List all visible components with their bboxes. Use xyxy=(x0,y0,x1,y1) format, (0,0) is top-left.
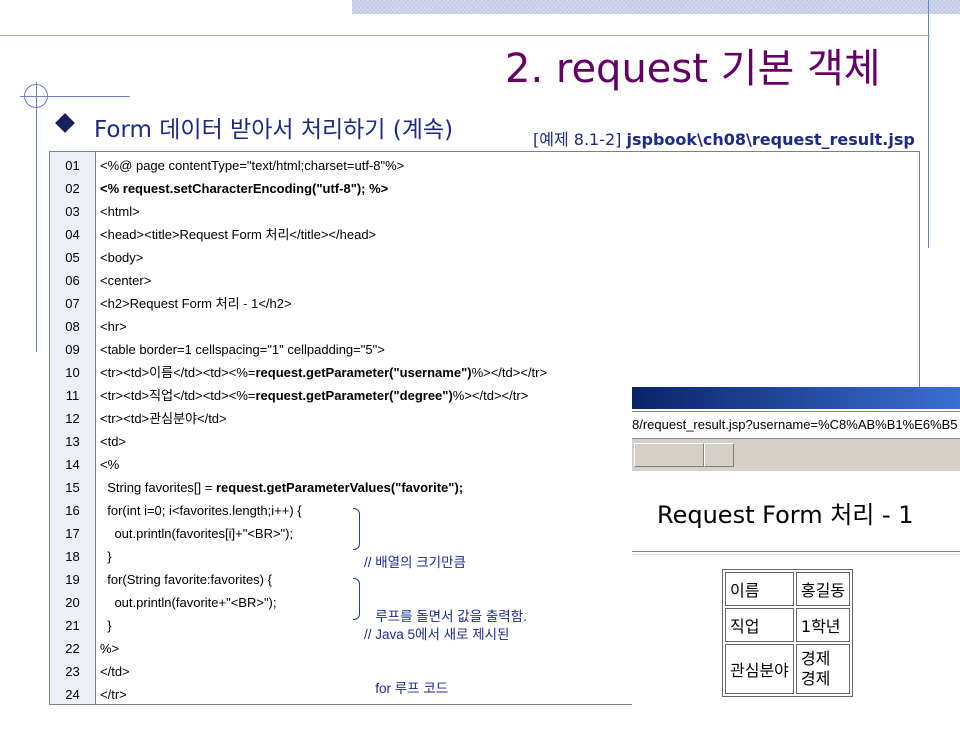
example-prefix: [예제 8.1-2] xyxy=(533,130,622,149)
example-label: [예제 8.1-2] jspbook\ch08\request_result.j… xyxy=(533,126,915,150)
line-number: 01 xyxy=(65,158,80,173)
line-number: 07 xyxy=(65,296,80,311)
example-path: jspbook\ch08\request_result.jsp xyxy=(626,130,915,149)
diamond-bullet-icon xyxy=(55,113,75,133)
code-line: <%@ page contentType="text/html;charset=… xyxy=(100,158,405,173)
line-number: 04 xyxy=(65,227,80,242)
code-segment-bold: request.getParameterValues("favorite"); xyxy=(215,480,464,495)
code-line: <td> xyxy=(100,434,127,449)
code-line: <table border=1 cellspacing="1" cellpadd… xyxy=(100,342,385,357)
line-number: 24 xyxy=(65,687,80,702)
toolbar-button[interactable] xyxy=(634,443,704,467)
table-row: 이름 홍길동 xyxy=(725,572,851,606)
table-row: 직업 1학년 xyxy=(725,608,851,642)
code-line: <tr><td>이름</td><td><%=request.getParamet… xyxy=(100,361,547,384)
line-number: 12 xyxy=(65,411,80,426)
code-line: <head><title>Request Form 처리</title></he… xyxy=(100,227,377,242)
code-line: <% xyxy=(100,457,120,472)
line-number: 03 xyxy=(65,204,80,219)
line-number: 21 xyxy=(65,618,80,633)
line-number: 02 xyxy=(65,181,80,196)
crosshair-ornament xyxy=(24,84,48,108)
row-label: 관심분야 xyxy=(725,644,794,694)
code-segment: %></td></tr> xyxy=(471,365,548,380)
line-number: 16 xyxy=(65,503,80,518)
comment-line: // 배열의 크기만큼 xyxy=(364,555,466,570)
address-bar[interactable]: 8/request_result.jsp?username=%C8%AB%B1%… xyxy=(632,411,960,439)
code-segment: String favorites[] = xyxy=(100,480,216,495)
horizontal-rule xyxy=(632,551,960,555)
code-line: <body> xyxy=(100,250,144,265)
row-value: 홍길동 xyxy=(795,572,851,606)
line-number: 15 xyxy=(65,480,80,495)
code-segment: %></td></tr> xyxy=(452,388,529,403)
decorative-line xyxy=(928,0,929,248)
code-line: %> xyxy=(100,641,120,656)
code-line: <center> xyxy=(100,273,152,288)
row-label: 직업 xyxy=(725,608,794,642)
slide-subtitle: Form 데이터 받아서 처리하기 (계속) xyxy=(94,117,454,143)
line-number: 20 xyxy=(65,595,80,610)
code-line: for(int i=0; i<favorites.length;i++) { xyxy=(100,503,302,518)
code-line: </td> xyxy=(100,664,130,679)
row-value: 1학년 xyxy=(795,608,851,642)
code-line: <tr><td>관심분야</td> xyxy=(100,411,227,426)
line-number: 09 xyxy=(65,342,80,357)
slide-title: 2. request 기본 객체 xyxy=(505,46,881,92)
result-table: 이름 홍길동 직업 1학년 관심분야 경제 경제 xyxy=(722,569,854,697)
comment-brace xyxy=(353,508,360,550)
line-number: 17 xyxy=(65,526,80,541)
browser-titlebar xyxy=(632,387,960,409)
decorative-line xyxy=(36,82,37,352)
browser-toolbar xyxy=(632,439,960,471)
code-line: </tr> xyxy=(100,687,127,702)
row-value: 경제 경제 xyxy=(795,644,851,694)
comment-line: // Java 5에서 새로 제시된 xyxy=(364,627,510,642)
line-number: 22 xyxy=(65,641,80,656)
line-number: 13 xyxy=(65,434,80,449)
row-label: 이름 xyxy=(725,572,794,606)
line-number: 08 xyxy=(65,319,80,334)
code-line: <% request.setCharacterEncoding("utf-8")… xyxy=(100,181,389,196)
page-heading: Request Form 처리 - 1 xyxy=(657,501,914,529)
code-line: <tr><td>직업</td><td><%=request.getParamet… xyxy=(100,384,528,407)
line-number: 11 xyxy=(65,388,80,403)
code-segment-bold: request.getParameter("degree") xyxy=(255,388,453,403)
browser-screenshot: 8/request_result.jsp?username=%C8%AB%B1%… xyxy=(632,387,960,705)
toolbar-button[interactable] xyxy=(704,443,734,467)
code-line: out.println(favorites[i]+"<BR>"); xyxy=(100,526,294,541)
line-number: 23 xyxy=(65,664,80,679)
code-segment: <tr><td>이름</td><td><%= xyxy=(100,365,256,380)
decorative-pattern xyxy=(352,0,960,14)
code-line: String favorites[] = request.getParamete… xyxy=(100,476,463,499)
code-segment: <tr><td>직업</td><td><%= xyxy=(100,388,256,403)
code-line: for(String favorite:favorites) { xyxy=(100,572,272,587)
table-row: 관심분야 경제 경제 xyxy=(725,644,851,694)
line-number: 05 xyxy=(65,250,80,265)
line-number: 14 xyxy=(65,457,80,472)
code-segment-bold: request.getParameter("username") xyxy=(255,365,472,380)
code-line: } xyxy=(100,549,112,564)
code-line: <html> xyxy=(100,204,140,219)
line-number: 19 xyxy=(65,572,80,587)
line-number: 18 xyxy=(65,549,80,564)
line-number: 06 xyxy=(65,273,80,288)
code-line: <h2>Request Form 처리 - 1</h2> xyxy=(100,296,292,311)
comment-brace xyxy=(353,578,360,620)
comment-line: for 루프 코드 xyxy=(364,681,449,696)
code-line: <hr> xyxy=(100,319,127,334)
code-comment: // Java 5에서 새로 제시된 for 루프 코드 xyxy=(364,590,509,734)
code-line: } xyxy=(100,618,112,633)
code-line: out.println(favorite+"<BR>"); xyxy=(100,595,277,610)
line-number: 10 xyxy=(65,365,80,380)
